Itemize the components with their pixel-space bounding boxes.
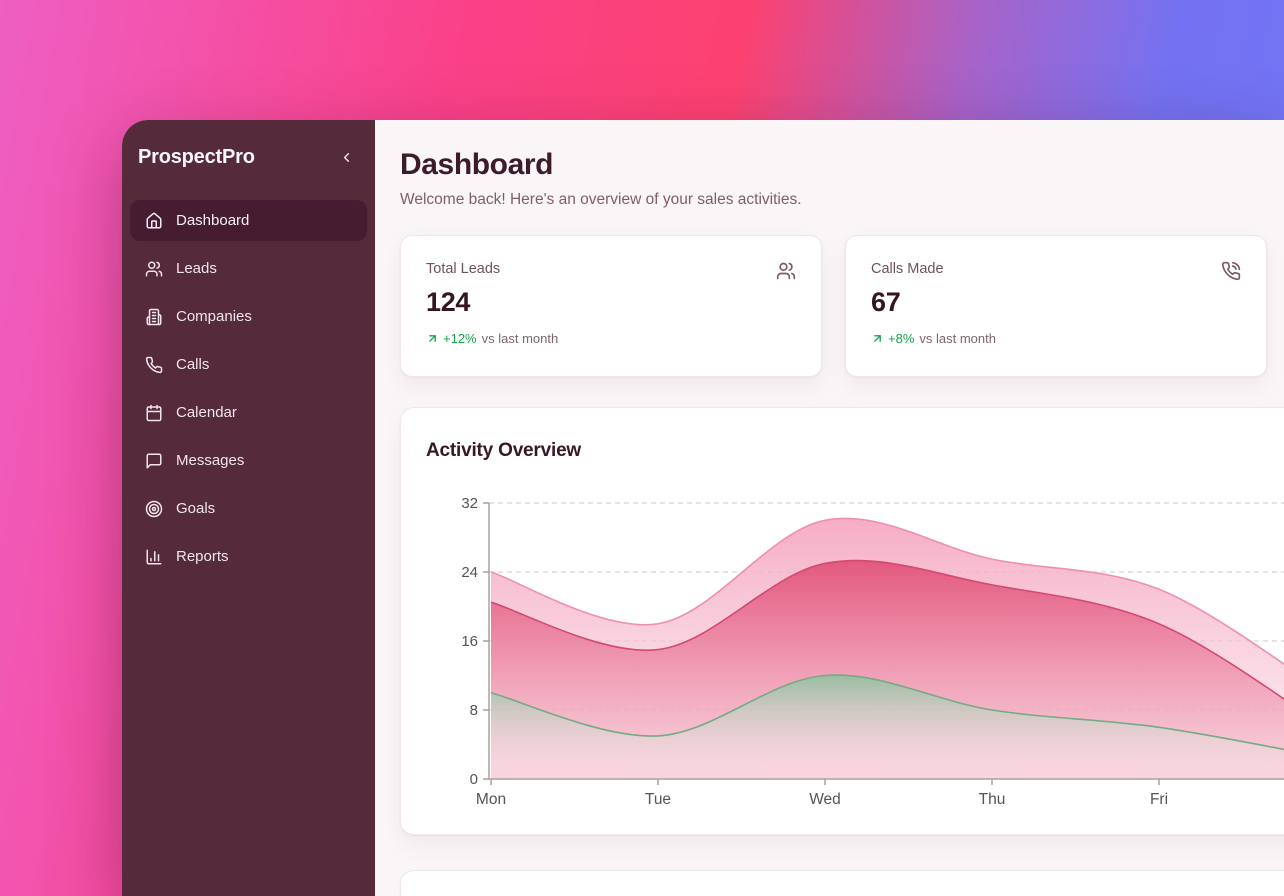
sidebar-item-messages[interactable]: Messages [130, 440, 367, 481]
stat-trend: +8% vs last month [871, 331, 1241, 346]
stat-change: +8% [888, 331, 914, 346]
y-axis-tick-label: 24 [461, 564, 478, 581]
building-icon [145, 308, 163, 326]
arrow-up-right-icon [871, 332, 884, 345]
stat-label: Total Leads [426, 261, 796, 277]
sidebar: ProspectPro Dashboard Leads Companies Ca… [122, 120, 375, 896]
activity-area-chart: 08162432MonTueWedThuFriSat [401, 408, 1284, 834]
x-axis-tick-label: Fri [1150, 791, 1168, 808]
stat-value: 124 [426, 287, 796, 318]
sidebar-item-reports[interactable]: Reports [130, 536, 367, 577]
y-axis-tick-label: 8 [470, 702, 478, 719]
stat-change: +12% [443, 331, 477, 346]
activity-card-title: Activity Overview [426, 440, 581, 462]
stat-change-suffix: vs last month [919, 331, 996, 346]
sidebar-nav: Dashboard Leads Companies Calls Calendar… [122, 200, 375, 577]
x-axis-tick-label: Thu [979, 791, 1006, 808]
arrow-up-right-icon [426, 332, 439, 345]
stat-card-total-leads: Total Leads 124 +12% vs last month [400, 235, 822, 377]
y-axis-tick-label: 0 [470, 771, 478, 788]
sidebar-brand-row: ProspectPro [122, 120, 375, 200]
stat-value: 67 [871, 287, 1241, 318]
users-icon [145, 260, 163, 278]
x-axis-tick-label: Tue [645, 791, 671, 808]
x-axis-tick-label: Mon [476, 791, 506, 808]
page-title: Dashboard [400, 148, 802, 182]
phone-icon [145, 356, 163, 374]
sidebar-collapse-button[interactable] [333, 144, 359, 170]
message-square-icon [145, 452, 163, 470]
target-icon [145, 500, 163, 518]
sidebar-item-calendar[interactable]: Calendar [130, 392, 367, 433]
y-axis-tick-label: 32 [461, 495, 478, 512]
phone-call-icon [1221, 261, 1241, 281]
sidebar-item-goals[interactable]: Goals [130, 488, 367, 529]
stat-card-calls-made: Calls Made 67 +8% vs last month [845, 235, 1267, 377]
users-icon [776, 261, 796, 281]
sidebar-item-leads[interactable]: Leads [130, 248, 367, 289]
x-axis-tick-label: Wed [809, 791, 841, 808]
stat-change-suffix: vs last month [482, 331, 559, 346]
page-subtitle: Welcome back! Here's an overview of your… [400, 191, 802, 209]
bottom-card-partial [400, 870, 1284, 896]
stat-label: Calls Made [871, 261, 1241, 277]
activity-overview-card: 08162432MonTueWedThuFriSat Activity Over… [400, 407, 1284, 835]
app-window: ProspectPro Dashboard Leads Companies Ca… [122, 120, 1284, 896]
main-content: Dashboard Welcome back! Here's an overvi… [375, 120, 1284, 896]
brand-logo-text: ProspectPro [138, 146, 255, 169]
home-icon [145, 212, 163, 230]
sidebar-item-calls[interactable]: Calls [130, 344, 367, 385]
calendar-icon [145, 404, 163, 422]
sidebar-item-dashboard[interactable]: Dashboard [130, 200, 367, 241]
page-header: Dashboard Welcome back! Here's an overvi… [400, 148, 802, 209]
y-axis-tick-label: 16 [461, 633, 478, 650]
sidebar-item-companies[interactable]: Companies [130, 296, 367, 337]
chevron-left-icon [339, 150, 354, 165]
bar-chart-icon [145, 548, 163, 566]
stat-trend: +12% vs last month [426, 331, 796, 346]
